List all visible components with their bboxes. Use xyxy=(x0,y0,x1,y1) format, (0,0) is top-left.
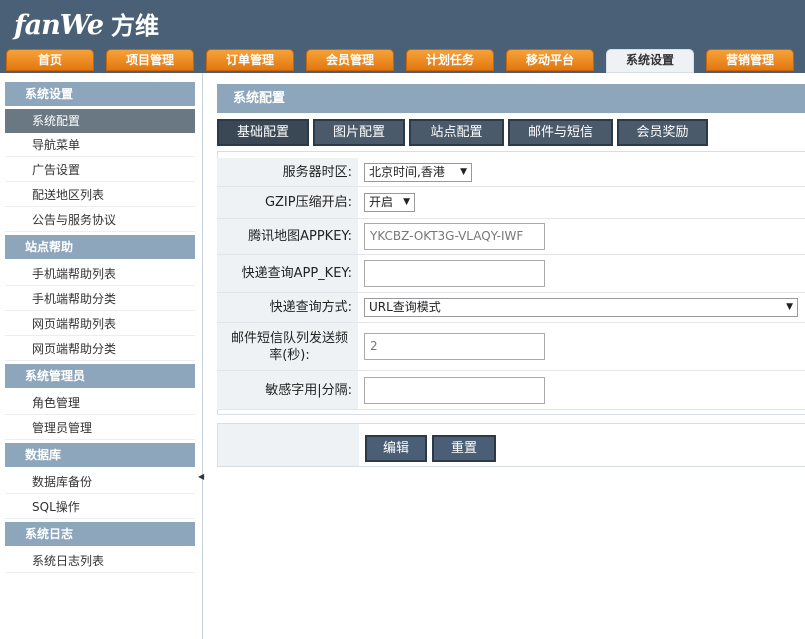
gzip-label: GZIP压缩开启: xyxy=(217,187,358,218)
logo: fanWe 方维 xyxy=(14,6,160,41)
sidebar-group-admin[interactable]: 系统管理员 xyxy=(5,364,195,388)
express-mode-label: 快递查询方式: xyxy=(217,293,358,322)
form-actions: 编辑 重置 xyxy=(217,423,805,467)
sidebar-group-logs[interactable]: 系统日志 xyxy=(5,522,195,546)
express-mode-select[interactable]: URL查询模式 ▼ xyxy=(364,298,798,317)
edit-button[interactable]: 编辑 xyxy=(365,435,427,462)
timezone-select[interactable]: 北京时间,香港 ▼ xyxy=(364,162,472,182)
tab-site-config[interactable]: 站点配置 xyxy=(409,119,504,146)
logo-en: fanWe xyxy=(14,10,104,41)
row-timezone: 服务器时区: 北京时间,香港 ▼ xyxy=(217,158,805,187)
chevron-down-icon: ▼ xyxy=(786,302,793,312)
sensitive-words-label: 敏感字用|分隔: xyxy=(217,371,358,409)
tab-basic-config[interactable]: 基础配置 xyxy=(217,119,309,146)
sensitive-words-input[interactable] xyxy=(364,376,545,404)
express-key-input[interactable] xyxy=(364,260,545,287)
nav-tab-home[interactable]: 首页 xyxy=(6,49,94,71)
main-nav: 首页 项目管理 订单管理 会员管理 计划任务 移动平台 系统设置 营销管理 xyxy=(0,49,805,73)
nav-tab-marketing[interactable]: 营销管理 xyxy=(706,49,794,71)
chevron-down-icon: ▼ xyxy=(460,166,467,177)
row-sensitive-words: 敏感字用|分隔: xyxy=(217,371,805,410)
express-key-label: 快递查询APP_KEY: xyxy=(217,255,358,292)
row-gzip: GZIP压缩开启: 开启 ▼ xyxy=(217,187,805,219)
sidebar-item-sql[interactable]: SQL操作 xyxy=(5,495,195,519)
page-title: 系统配置 xyxy=(217,84,805,113)
nav-tab-system[interactable]: 系统设置 xyxy=(606,49,694,73)
sidebar-item-mobile-help-list[interactable]: 手机端帮助列表 xyxy=(5,262,195,286)
row-queue-freq: 邮件短信队列发送频率(秒): 2 xyxy=(217,323,805,371)
sidebar-item-roles[interactable]: 角色管理 xyxy=(5,391,195,415)
row-express-key: 快递查询APP_KEY: xyxy=(217,255,805,293)
sidebar: 系统设置 系统配置 导航菜单 广告设置 配送地区列表 公告与服务协议 站点帮助 … xyxy=(0,73,206,639)
gzip-select[interactable]: 开启 ▼ xyxy=(364,193,415,212)
tencent-key-input[interactable]: YKCBZ-OKT3G-VLAQY-IWF xyxy=(364,223,545,250)
row-express-mode: 快递查询方式: URL查询模式 ▼ xyxy=(217,293,805,323)
sidebar-item-notice[interactable]: 公告与服务协议 xyxy=(5,208,195,232)
timezone-label: 服务器时区: xyxy=(217,158,358,186)
nav-tab-projects[interactable]: 项目管理 xyxy=(106,49,194,71)
tab-member-reward[interactable]: 会员奖励 xyxy=(617,119,708,146)
nav-tab-mobile[interactable]: 移动平台 xyxy=(506,49,594,71)
actions-label-cell xyxy=(218,424,359,466)
logo-cn: 方维 xyxy=(111,12,160,40)
tab-image-config[interactable]: 图片配置 xyxy=(313,119,405,146)
sidebar-group-system[interactable]: 系统设置 xyxy=(5,82,195,106)
timezone-value: 北京时间,香港 xyxy=(369,164,445,179)
sidebar-item-admins[interactable]: 管理员管理 xyxy=(5,416,195,440)
nav-tab-orders[interactable]: 订单管理 xyxy=(206,49,294,71)
sidebar-item-nav-menu[interactable]: 导航菜单 xyxy=(5,133,195,157)
header: fanWe 方维 首页 项目管理 订单管理 会员管理 计划任务 移动平台 系统设… xyxy=(0,0,805,73)
reset-button[interactable]: 重置 xyxy=(432,435,496,462)
sidebar-item-log-list[interactable]: 系统日志列表 xyxy=(5,549,195,573)
nav-tab-members[interactable]: 会员管理 xyxy=(306,49,394,71)
express-mode-value: URL查询模式 xyxy=(369,300,441,314)
sidebar-group-database[interactable]: 数据库 xyxy=(5,443,195,467)
sidebar-item-ads[interactable]: 广告设置 xyxy=(5,158,195,182)
sidebar-item-mobile-help-cat[interactable]: 手机端帮助分类 xyxy=(5,287,195,311)
sidebar-item-regions[interactable]: 配送地区列表 xyxy=(5,183,195,207)
tab-mail-sms[interactable]: 邮件与短信 xyxy=(508,119,613,146)
row-tencent-key: 腾讯地图APPKEY: YKCBZ-OKT3G-VLAQY-IWF xyxy=(217,219,805,255)
sidebar-group-help[interactable]: 站点帮助 xyxy=(5,235,195,259)
queue-freq-label: 邮件短信队列发送频率(秒): xyxy=(217,323,358,370)
sidebar-item-web-help-cat[interactable]: 网页端帮助分类 xyxy=(5,337,195,361)
nav-tab-tasks[interactable]: 计划任务 xyxy=(406,49,494,71)
tencent-key-label: 腾讯地图APPKEY: xyxy=(217,219,358,254)
sidebar-item-db-backup[interactable]: 数据库备份 xyxy=(5,470,195,494)
sidebar-item-system-config[interactable]: 系统配置 xyxy=(5,109,195,133)
sidebar-item-web-help-list[interactable]: 网页端帮助列表 xyxy=(5,312,195,336)
queue-freq-input[interactable]: 2 xyxy=(364,333,545,360)
collapse-arrow-icon[interactable]: ◀ xyxy=(198,461,206,493)
chevron-down-icon: ▼ xyxy=(403,197,410,207)
gzip-value: 开启 xyxy=(369,195,394,209)
